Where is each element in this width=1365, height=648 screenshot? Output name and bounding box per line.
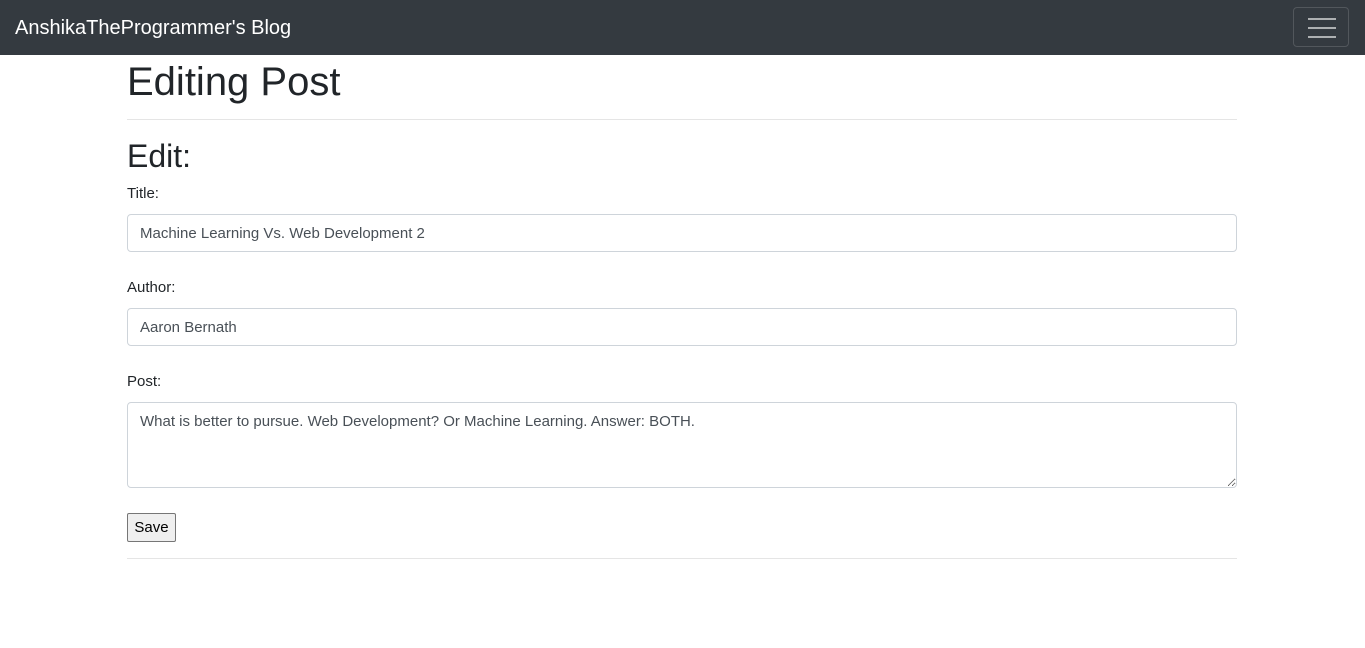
divider-top — [127, 119, 1237, 120]
author-label: Author: — [127, 279, 176, 296]
navbar-toggler-button[interactable] — [1293, 7, 1349, 47]
title-input[interactable] — [127, 214, 1237, 252]
section-title: Edit: — [127, 138, 192, 174]
navbar: AnshikaTheProgrammer's Blog — [0, 0, 1365, 55]
title-label: Title: — [127, 185, 159, 202]
page-title: Editing Post — [127, 60, 341, 104]
save-button[interactable]: Save — [127, 513, 176, 542]
post-label: Post: — [127, 373, 162, 390]
post-textarea[interactable]: What is better to pursue. Web Developmen… — [127, 402, 1237, 488]
navbar-brand[interactable]: AnshikaTheProgrammer's Blog — [15, 14, 291, 42]
author-input[interactable] — [127, 308, 1237, 346]
divider-bottom — [127, 558, 1237, 559]
hamburger-menu-icon — [1308, 17, 1336, 39]
